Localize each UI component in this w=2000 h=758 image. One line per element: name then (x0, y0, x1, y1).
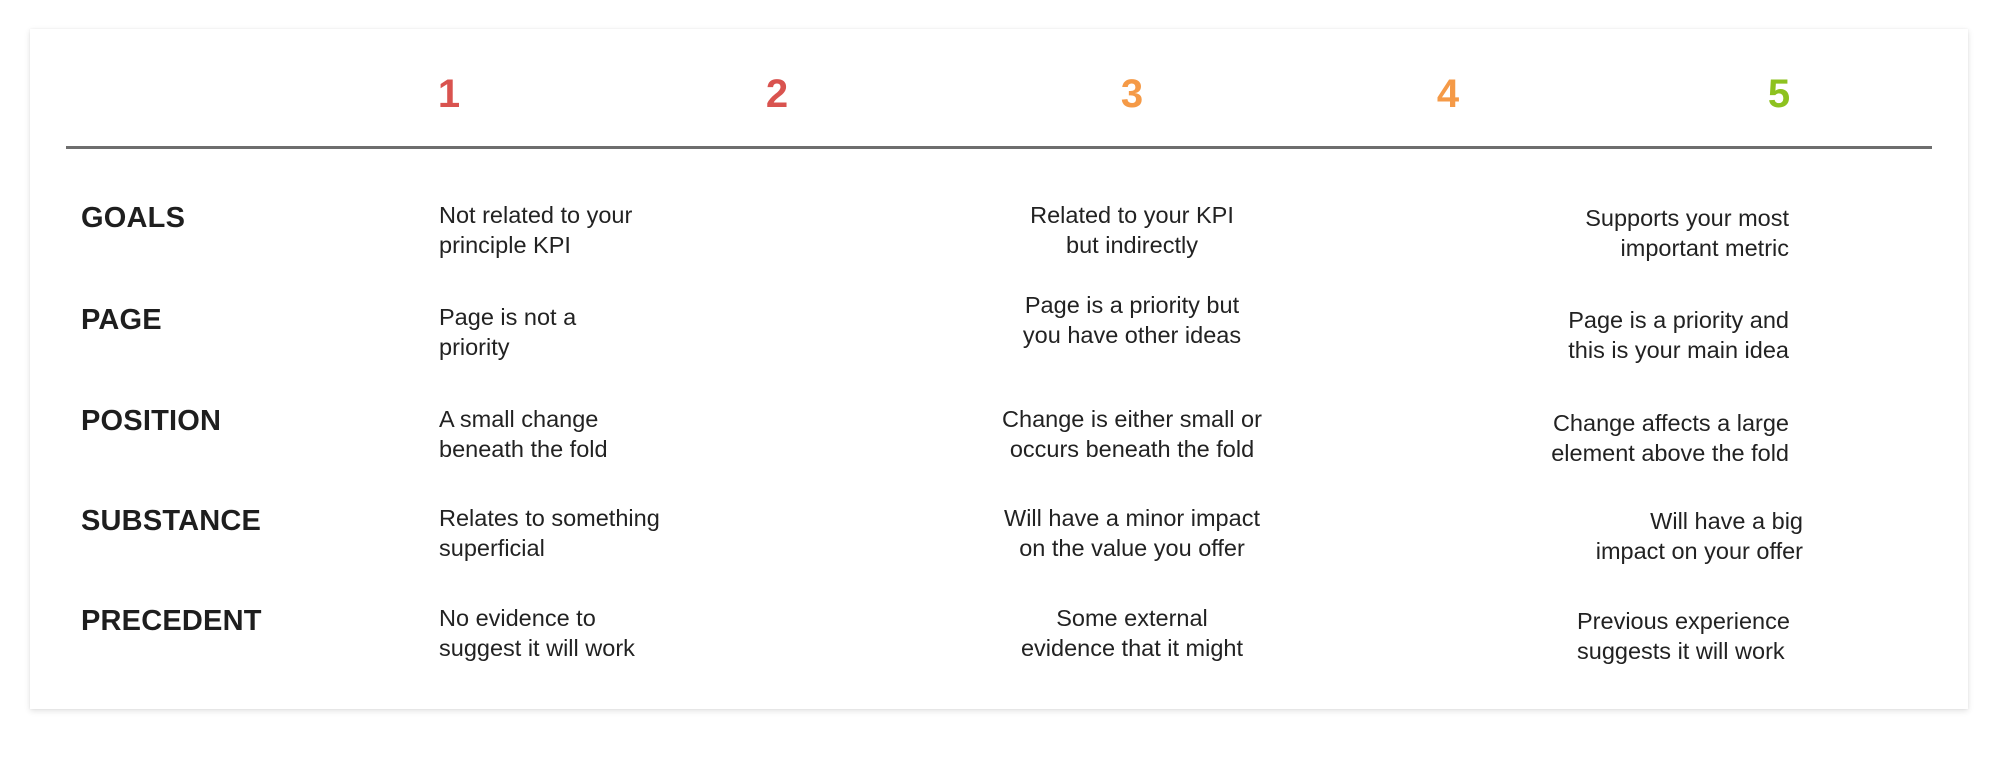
score-heading-5: 5 (1767, 72, 1791, 116)
score-heading-1: 1 (437, 72, 461, 116)
criterion-score-1: No evidence to suggest it will work (439, 605, 635, 661)
criterion-score-1: Not related to your principle KPI (439, 202, 633, 258)
criterion-score-1: A small change beneath the fold (439, 406, 608, 462)
row-label: GOALS (81, 202, 186, 234)
criterion-score-3: Some external evidence that it might (1020, 605, 1244, 661)
criterion-score-3: Related to your KPI but indirectly (1030, 202, 1234, 258)
score-heading-3: 3 (1120, 72, 1144, 116)
criterion-score-5: Change affects a large element above the… (1551, 410, 1789, 466)
score-heading-4: 4 (1436, 72, 1460, 116)
criterion-score-3: Page is a priority but you have other id… (1022, 292, 1242, 348)
criterion-score-3: Will have a minor impact on the value yo… (1004, 505, 1260, 561)
criterion-score-5: Page is a priority and this is your main… (1568, 307, 1789, 363)
row-label: POSITION (81, 405, 222, 437)
criterion-score-3: Change is either small or occurs beneath… (1002, 406, 1262, 462)
row-label: PAGE (81, 304, 162, 336)
criterion-score-1: Page is not a priority (439, 304, 577, 360)
criterion-score-1: Relates to something superficial (439, 505, 660, 561)
row-label: PRECEDENT (81, 605, 262, 637)
criterion-score-5: Will have a big impact on your offer (1595, 508, 1803, 564)
criterion-score-5: Previous experience suggests it will wor… (1577, 608, 1790, 664)
row-label: SUBSTANCE (81, 505, 262, 537)
score-heading-2: 2 (765, 72, 789, 116)
criterion-score-5: Supports your most important metric (1585, 205, 1789, 261)
header-divider (66, 146, 1932, 149)
